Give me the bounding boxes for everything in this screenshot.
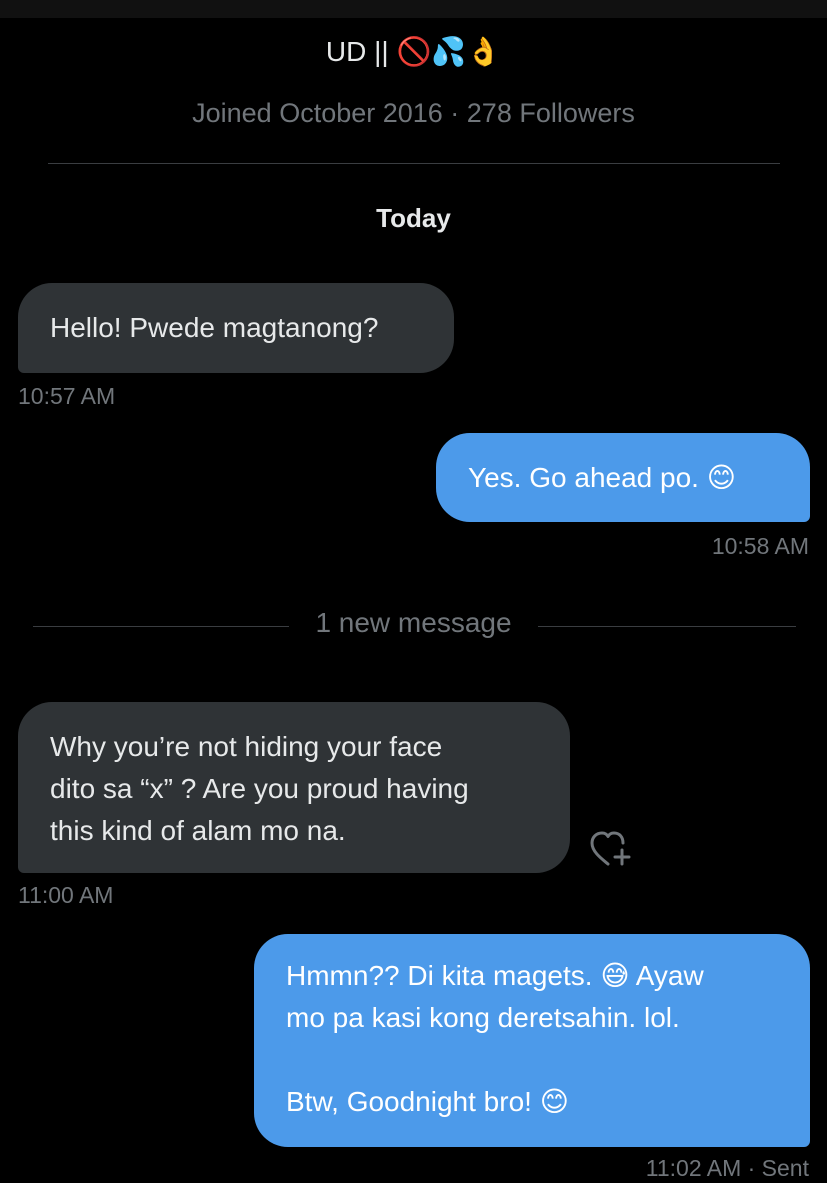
sent-message-bubble[interactable]: Yes. Go ahead po. 😊	[436, 433, 810, 522]
message-timestamp: 10:57 AM	[18, 383, 116, 409]
received-message-bubble[interactable]: Why you’re not hiding your face dito sa …	[18, 702, 570, 873]
heart-plus-icon[interactable]	[588, 830, 634, 870]
profile-name[interactable]: UD || 🚫💦👌	[0, 30, 827, 74]
new-message-divider-line-right	[538, 626, 796, 627]
top-status-strip	[0, 0, 827, 18]
message-timestamp: 10:58 AM	[711, 533, 809, 559]
new-message-divider: 1 new message	[315, 607, 512, 638]
received-message-bubble[interactable]: Hello! Pwede magtanong?	[18, 283, 454, 373]
message-timestamp: 11:00 AM	[18, 882, 114, 908]
header-divider	[48, 163, 780, 164]
day-separator: Today	[376, 203, 451, 233]
profile-meta: Joined October 2016 · 278 Followers	[192, 98, 635, 128]
sent-message-bubble[interactable]: Hmmn?? Di kita magets. 😅 Ayaw mo pa kasi…	[254, 934, 810, 1147]
